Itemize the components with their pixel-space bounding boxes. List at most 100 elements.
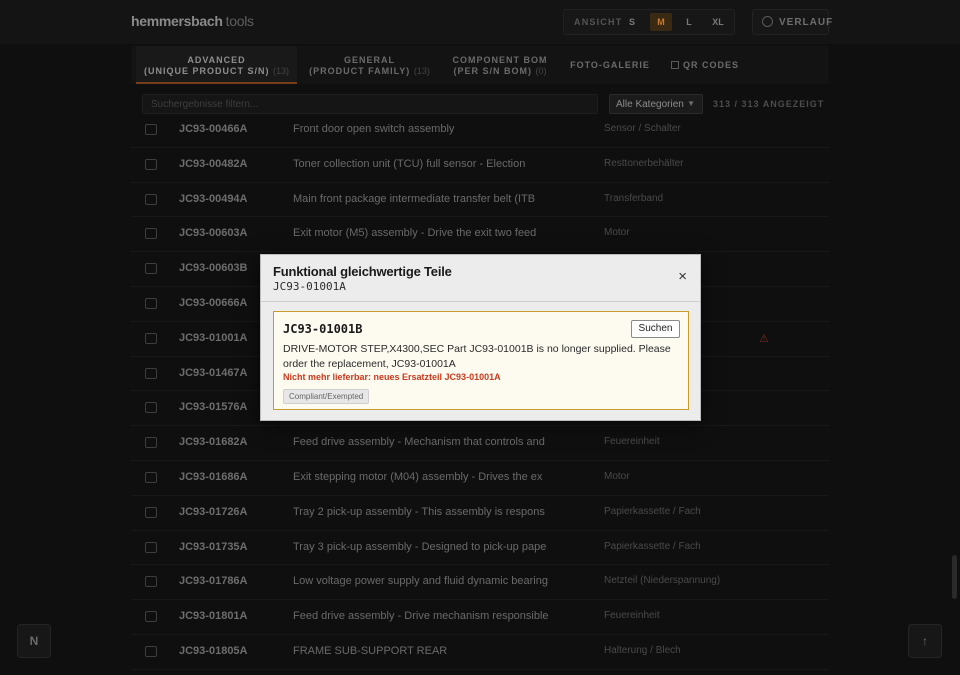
- part-description: Front door open switch assembly: [293, 123, 455, 135]
- category-select-value: Alle Kategorien: [616, 99, 684, 110]
- cart-icon[interactable]: [145, 541, 157, 553]
- part-description: Tray 3 pick-up assembly - Designed to pi…: [293, 540, 547, 553]
- part-number[interactable]: JC93-01786A: [179, 575, 248, 587]
- cart-icon[interactable]: [145, 158, 157, 170]
- filter-input[interactable]: Suchergebnisse filtern...: [142, 94, 598, 114]
- view-size-xl[interactable]: XL: [706, 13, 730, 31]
- tab-title: COMPONENT BOM: [452, 55, 548, 65]
- cart-icon[interactable]: [145, 402, 157, 414]
- table-row[interactable]: JC93-01801A Feed drive assembly - Drive m…: [131, 600, 829, 635]
- part-category: Motor: [604, 470, 630, 482]
- table-row[interactable]: JC93-01735A Tray 3 pick-up assembly - Des…: [131, 531, 829, 566]
- equivalent-part-description: DRIVE-MOTOR STEP,X4300,SEC Part JC93-010…: [283, 343, 671, 370]
- tab-qr-codes[interactable]: QR CODES: [665, 46, 745, 84]
- part-number[interactable]: JC93-00482A: [179, 158, 248, 170]
- cart-icon[interactable]: [145, 471, 157, 483]
- part-category: Netzteil (Niederspannung): [604, 575, 721, 587]
- part-category: Papierkassette / Fach: [604, 505, 701, 517]
- top-bar: hemmersbach tools ANSICHT S M L XL VERLAU…: [0, 0, 960, 44]
- tab-title: ADVANCED: [187, 55, 246, 65]
- table-row[interactable]: JC93-00482A Toner collection unit (TCU) f…: [131, 148, 829, 183]
- part-number[interactable]: JC93-00494A: [179, 193, 248, 205]
- part-number[interactable]: JC93-01682A: [179, 436, 248, 448]
- close-icon[interactable]: ×: [678, 268, 687, 285]
- part-number[interactable]: JC93-01801A: [179, 610, 248, 622]
- scrollbar[interactable]: [952, 555, 957, 599]
- tab-general[interactable]: GENERAL (PRODUCT FAMILY) (13): [299, 46, 440, 84]
- tab-component-bom[interactable]: COMPONENT BOM (PER S/N BOM) (0): [445, 46, 555, 84]
- dialog-part-number: JC93-01001A: [273, 280, 346, 293]
- part-number[interactable]: JC93-00603B: [179, 262, 248, 274]
- category-select[interactable]: Alle Kategorien ▼: [609, 94, 703, 114]
- part-number[interactable]: JC93-01686A: [179, 471, 248, 483]
- cart-icon[interactable]: [145, 645, 157, 657]
- part-description: Exit stepping motor (M04) assembly - Dri…: [293, 470, 543, 483]
- table-row[interactable]: JC93-01686A Exit stepping motor (M04) ass…: [131, 461, 829, 496]
- brand-logo[interactable]: hemmersbach tools: [131, 13, 254, 29]
- cart-icon[interactable]: [145, 576, 157, 588]
- part-number[interactable]: JC93-00466A: [179, 123, 248, 135]
- part-category: Feuereinheit: [604, 610, 660, 622]
- result-count: 313 / 313 ANGEZEIGT: [713, 99, 825, 109]
- tab-bar: ADVANCED (UNIQUE PRODUCT S/N) (13) GENER…: [131, 46, 829, 84]
- view-size-switcher: ANSICHT S M L XL: [563, 9, 735, 35]
- part-number[interactable]: JC93-01805A: [179, 645, 248, 657]
- cart-icon[interactable]: [145, 506, 157, 518]
- cart-icon[interactable]: [145, 611, 157, 623]
- part-number[interactable]: JC93-01467A: [179, 367, 248, 379]
- tab-subtitle: (PRODUCT FAMILY): [309, 66, 411, 76]
- chevron-down-icon: ▼: [687, 99, 695, 108]
- part-category: Sensor / Schalter: [604, 123, 681, 134]
- table-row[interactable]: JC93-01726A Tray 2 pick-up assembly - Thi…: [131, 496, 829, 531]
- view-size-s[interactable]: S: [622, 13, 642, 31]
- part-number[interactable]: JC93-01726A: [179, 506, 248, 518]
- cart-icon[interactable]: [145, 193, 157, 205]
- cart-icon[interactable]: [145, 263, 157, 275]
- tab-title: QR CODES: [682, 60, 739, 70]
- part-number[interactable]: JC93-01735A: [179, 541, 248, 553]
- clock-icon: [762, 16, 773, 27]
- cart-icon[interactable]: [145, 367, 157, 379]
- brand-name: hemmersbach: [131, 13, 223, 29]
- table-row[interactable]: JC93-01805A FRAME SUB-SUPPORT REAR Halteru…: [131, 635, 829, 670]
- tab-foto-galerie[interactable]: FOTO-GALERIE: [565, 46, 655, 84]
- part-number[interactable]: JC93-01001A: [179, 332, 248, 344]
- part-number[interactable]: JC93-01576A: [179, 401, 248, 413]
- view-size-l[interactable]: L: [678, 13, 700, 31]
- cart-icon[interactable]: [145, 228, 157, 240]
- dialog-header: Funktional gleichwertige Teile JC93-0100…: [261, 255, 700, 302]
- cart-icon[interactable]: [145, 437, 157, 449]
- tab-advanced[interactable]: ADVANCED (UNIQUE PRODUCT S/N) (13): [136, 46, 297, 84]
- table-row[interactable]: JC93-01786A Low voltage power supply and …: [131, 565, 829, 601]
- dialog-title: Funktional gleichwertige Teile: [273, 264, 452, 279]
- part-category: Motor: [604, 227, 630, 239]
- brand-suffix: tools: [225, 13, 254, 29]
- table-row[interactable]: JC93-00466A Front door open switch assemb…: [131, 113, 829, 148]
- compliance-badge: Compliant/Exempted: [283, 389, 370, 404]
- part-description: Exit motor (M5) assembly - Drive the exi…: [293, 227, 537, 240]
- nav-toggle-button[interactable]: N: [17, 624, 51, 658]
- scroll-top-button[interactable]: ↑: [908, 624, 942, 658]
- tab-count: (13): [413, 66, 430, 76]
- cart-icon[interactable]: [145, 124, 157, 135]
- cart-icon[interactable]: [145, 297, 157, 309]
- table-row[interactable]: JC93-01682A Feed drive assembly - Mechani…: [131, 426, 829, 461]
- part-description: Main front package intermediate transfer…: [293, 192, 536, 205]
- equivalent-part-code: JC93-01001B: [283, 322, 363, 336]
- part-description: Low voltage power supply and fluid dynam…: [293, 575, 548, 588]
- part-description: Tray 2 pick-up assembly - This assembly …: [293, 505, 545, 518]
- part-description: Toner collection unit (TCU) full sensor …: [293, 157, 526, 170]
- part-description: FRAME SUB-SUPPORT REAR: [293, 644, 448, 657]
- table-row[interactable]: JC93-00603A Exit motor (M5) assembly - Dr…: [131, 217, 829, 253]
- table-row[interactable]: JC93-00494A Main front package intermedia…: [131, 183, 829, 218]
- cart-icon[interactable]: [145, 332, 157, 344]
- part-number[interactable]: JC93-00603A: [179, 227, 248, 239]
- view-size-m[interactable]: M: [650, 13, 672, 31]
- search-button[interactable]: Suchen: [631, 320, 680, 338]
- part-category: Papierkassette / Fach: [604, 540, 701, 552]
- part-category: Halterung / Blech: [604, 644, 681, 656]
- tab-title: GENERAL: [343, 55, 395, 65]
- part-number[interactable]: JC93-00666A: [179, 297, 248, 309]
- history-button[interactable]: VERLAUF: [752, 9, 832, 35]
- part-category: Feuereinheit: [604, 436, 660, 448]
